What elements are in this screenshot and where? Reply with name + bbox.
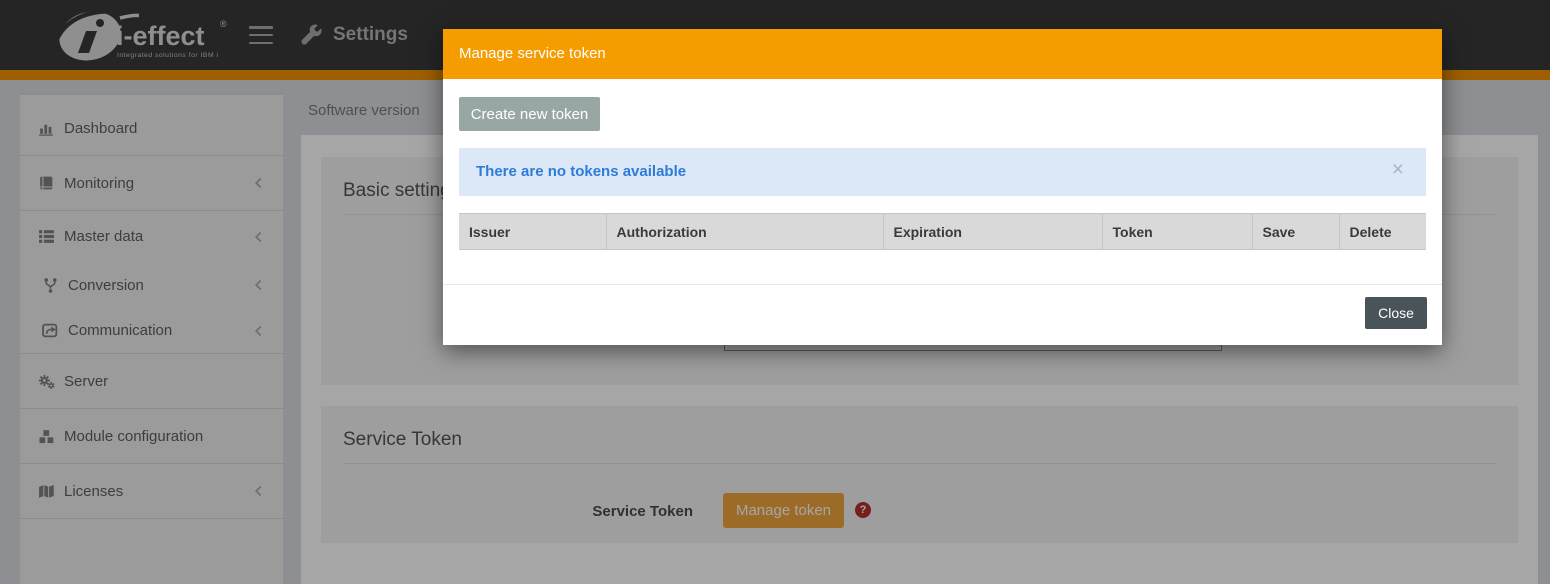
column-header-expiration: Expiration	[883, 214, 1102, 250]
table-header-row: Issuer Authorization Expiration Token Sa…	[459, 214, 1426, 250]
column-header-issuer: Issuer	[459, 214, 606, 250]
no-tokens-alert: There are no tokens available ×	[459, 148, 1426, 196]
column-header-save: Save	[1252, 214, 1339, 250]
alert-message: There are no tokens available	[476, 163, 686, 180]
alert-close-icon[interactable]: ×	[1392, 159, 1404, 180]
modal-header: Manage service token	[443, 29, 1442, 79]
manage-service-token-modal: Manage service token Create new token Th…	[443, 29, 1442, 345]
create-new-token-button[interactable]: Create new token	[459, 97, 600, 131]
column-header-token: Token	[1102, 214, 1252, 250]
close-button[interactable]: Close	[1365, 297, 1427, 329]
modal-footer-divider	[443, 284, 1442, 285]
column-header-authorization: Authorization	[606, 214, 883, 250]
column-header-delete: Delete	[1339, 214, 1426, 250]
app-window: i-effect ® Integrated solutions for IBM …	[0, 0, 1550, 584]
modal-title: Manage service token	[459, 45, 606, 62]
tokens-table: Issuer Authorization Expiration Token Sa…	[459, 213, 1426, 250]
